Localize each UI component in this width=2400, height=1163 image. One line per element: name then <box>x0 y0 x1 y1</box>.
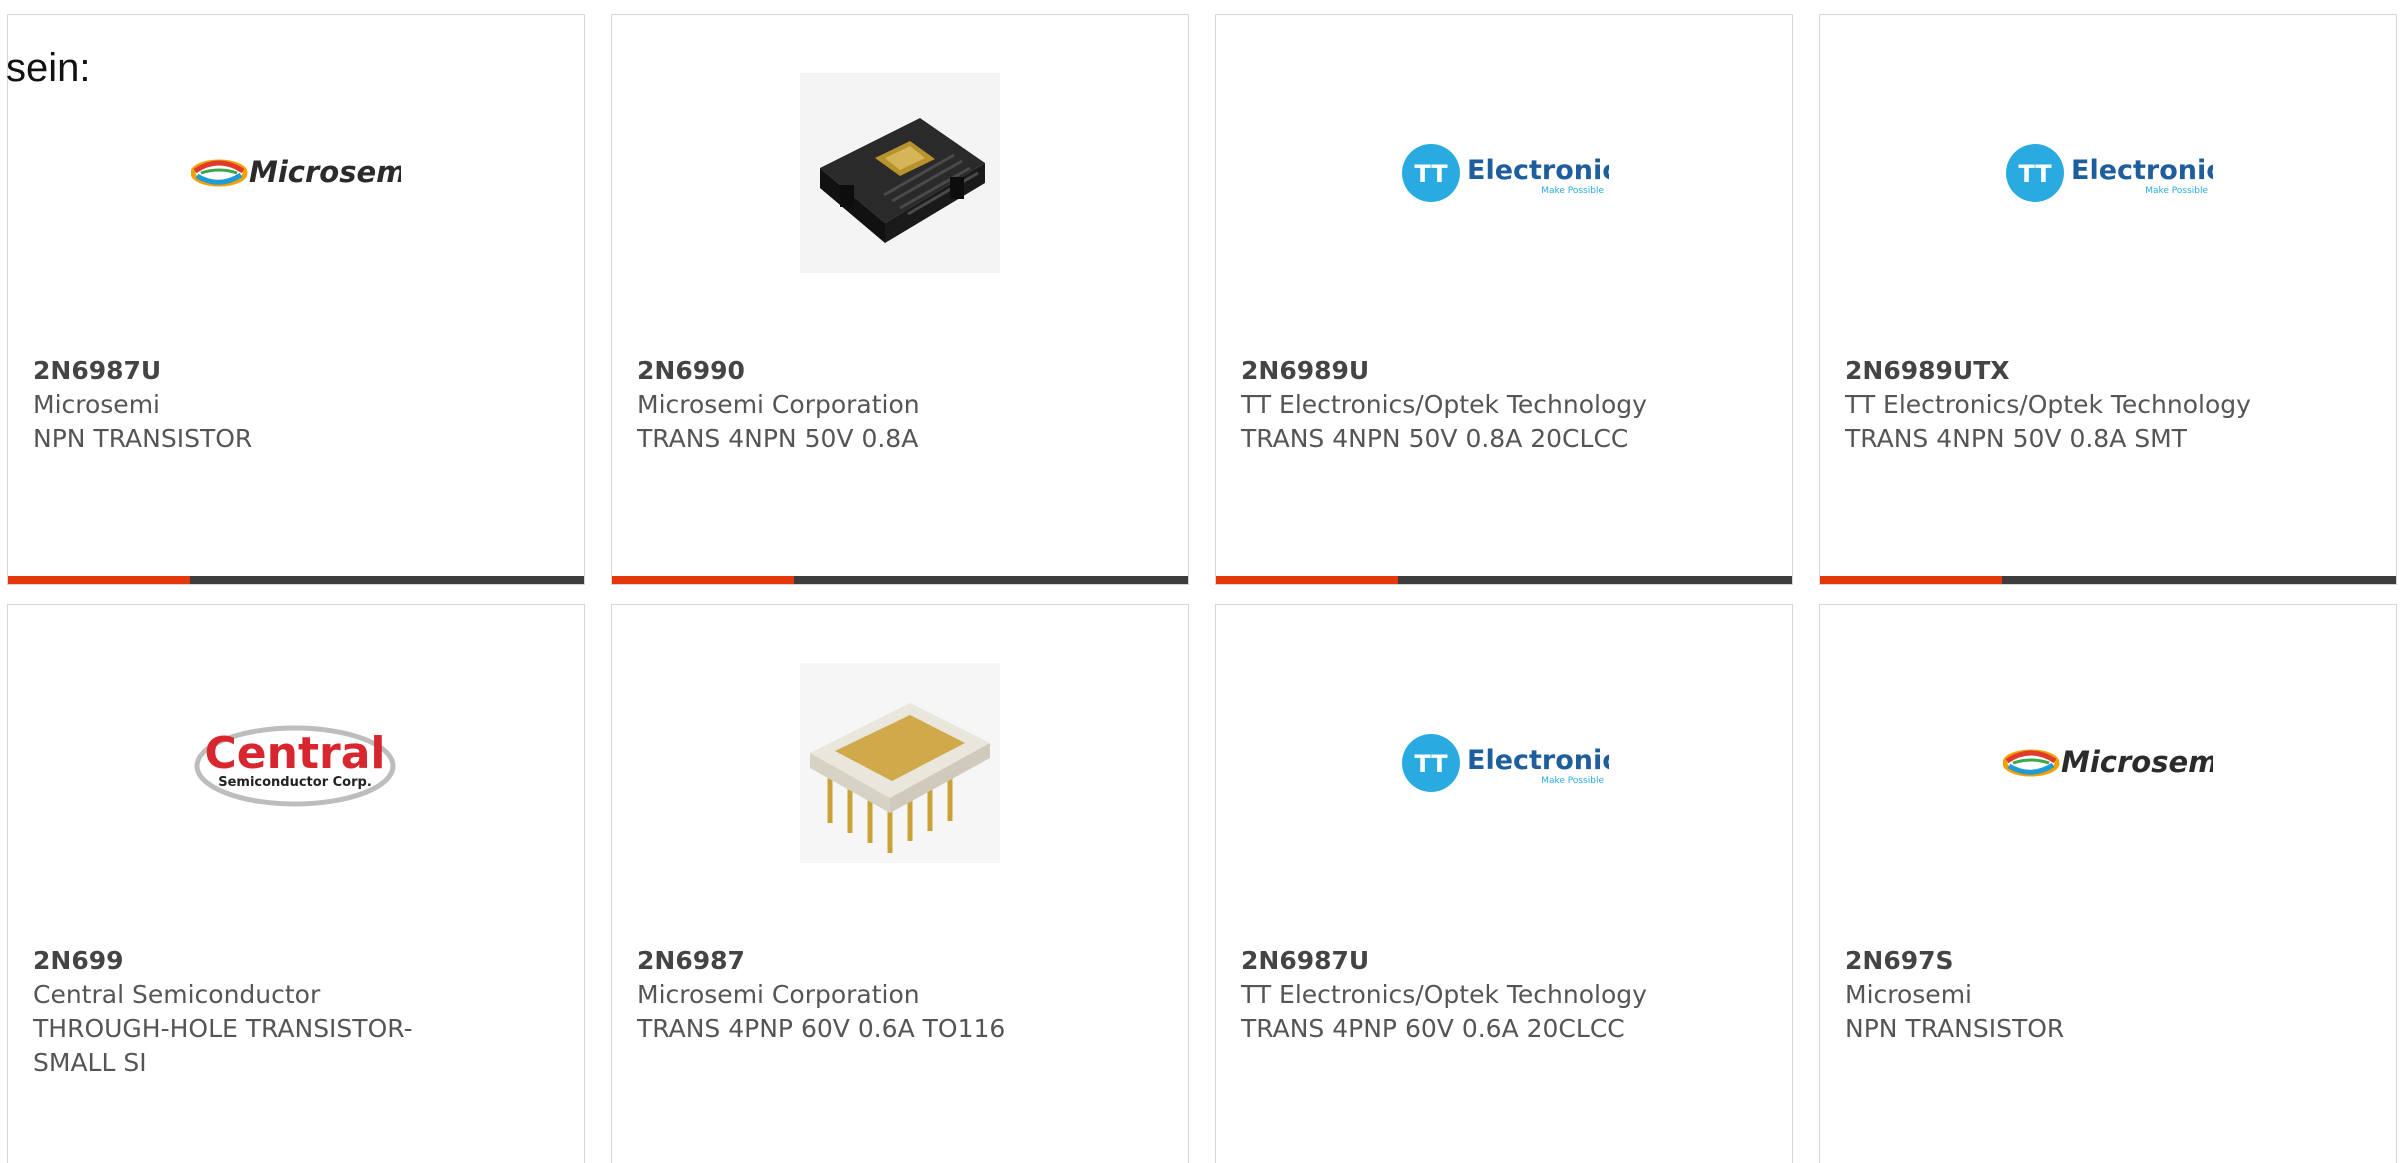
svg-text:Microsemi: Microsemi <box>2061 745 2213 779</box>
part-number[interactable]: 2N6990 <box>637 354 1163 388</box>
part-number[interactable]: 2N6989UTX <box>1845 354 2371 388</box>
card-progress-bar <box>8 576 584 584</box>
svg-text:Central: Central <box>205 728 386 779</box>
product-info: 2N6987 Microsemi Corporation TRANS 4PNP … <box>637 944 1163 1046</box>
svg-text:Electronics: Electronics <box>2071 155 2213 186</box>
product-card[interactable]: Microsemi 2N6987U Microsemi NPN TRANSIST… <box>7 14 585 585</box>
microsemi-logo: Microsemi <box>1820 663 2396 863</box>
tt-electronics-logo: TT Electronics Make Possible <box>1820 73 2396 273</box>
description: TRANS 4PNP 60V 0.6A 20CLCC <box>1241 1014 1625 1043</box>
svg-text:Electronics: Electronics <box>1467 745 1609 776</box>
product-info: 2N6990 Microsemi Corporation TRANS 4NPN … <box>637 354 1163 456</box>
svg-text:TT: TT <box>1414 160 1448 188</box>
manufacturer: Microsemi Corporation <box>637 980 920 1009</box>
manufacturer: TT Electronics/Optek Technology <box>1241 980 1647 1009</box>
description: TRANS 4NPN 50V 0.8A SMT <box>1845 424 2187 453</box>
product-card[interactable]: Central Semiconductor Corp. 2N699 Centra… <box>7 604 585 1163</box>
chip-image <box>612 663 1188 863</box>
svg-text:Make Possible: Make Possible <box>2145 186 2208 196</box>
manufacturer: Microsemi <box>33 390 160 419</box>
product-card[interactable]: TT Electronics Make Possible 2N6989UTX T… <box>1819 14 2397 585</box>
product-info: 2N6989UTX TT Electronics/Optek Technolog… <box>1845 354 2371 456</box>
product-info: 2N6989U TT Electronics/Optek Technology … <box>1241 354 1767 456</box>
page: Microsemi 2N6987U Microsemi NPN TRANSIST… <box>0 0 2400 1163</box>
description: NPN TRANSISTOR <box>33 424 253 453</box>
part-number[interactable]: 2N699 <box>33 944 559 978</box>
manufacturer: Microsemi <box>1845 980 1972 1009</box>
microsemi-logo: Microsemi <box>8 73 584 273</box>
manufacturer: Microsemi Corporation <box>637 390 920 419</box>
card-progress-accent <box>1216 576 1398 584</box>
description: TRANS 4NPN 50V 0.8A <box>637 424 919 453</box>
card-progress-bar <box>1216 576 1792 584</box>
part-number[interactable]: 2N6987 <box>637 944 1163 978</box>
part-number[interactable]: 2N6989U <box>1241 354 1767 388</box>
product-card[interactable]: 2N6990 Microsemi Corporation TRANS 4NPN … <box>611 14 1189 585</box>
product-info: 2N6987U Microsemi NPN TRANSISTOR <box>33 354 559 456</box>
svg-text:Make Possible: Make Possible <box>1541 186 1604 196</box>
card-progress-bar <box>612 576 1188 584</box>
manufacturer: TT Electronics/Optek Technology <box>1241 390 1647 419</box>
svg-text:TT: TT <box>2018 160 2052 188</box>
product-grid: Microsemi 2N6987U Microsemi NPN TRANSIST… <box>7 14 2397 1163</box>
description: TRANS 4NPN 50V 0.8A 20CLCC <box>1241 424 1629 453</box>
description: NPN TRANSISTOR <box>1845 1014 2065 1043</box>
svg-text:Microsemi: Microsemi <box>249 155 401 189</box>
card-progress-accent <box>1820 576 2002 584</box>
card-progress-bar <box>1820 576 2396 584</box>
card-progress-accent <box>612 576 794 584</box>
product-card[interactable]: TT Electronics Make Possible 2N6989U TT … <box>1215 14 1793 585</box>
tt-electronics-logo: TT Electronics Make Possible <box>1216 73 1792 273</box>
chip-image <box>612 73 1188 273</box>
part-number[interactable]: 2N697S <box>1845 944 2371 978</box>
product-card[interactable]: Microsemi 2N697S Microsemi NPN TRANSISTO… <box>1819 604 2397 1163</box>
manufacturer: TT Electronics/Optek Technology <box>1845 390 2251 419</box>
svg-text:Make Possible: Make Possible <box>1541 776 1604 786</box>
product-info: 2N6987U TT Electronics/Optek Technology … <box>1241 944 1767 1046</box>
product-card[interactable]: 2N6987 Microsemi Corporation TRANS 4PNP … <box>611 604 1189 1163</box>
part-number[interactable]: 2N6987U <box>33 354 559 388</box>
svg-text:Semiconductor Corp.: Semiconductor Corp. <box>218 775 372 790</box>
tt-electronics-logo: TT Electronics Make Possible <box>1216 663 1792 863</box>
product-info: 2N699 Central Semiconductor THROUGH-HOLE… <box>33 944 559 1080</box>
product-info: 2N697S Microsemi NPN TRANSISTOR <box>1845 944 2371 1046</box>
manufacturer: Central Semiconductor <box>33 980 321 1009</box>
central-semiconductor-logo: Central Semiconductor Corp. <box>8 663 584 863</box>
description: THROUGH-HOLE TRANSISTOR- SMALL SI <box>33 1014 413 1077</box>
svg-text:Electronics: Electronics <box>1467 155 1609 186</box>
svg-text:TT: TT <box>1414 750 1448 778</box>
product-card[interactable]: TT Electronics Make Possible 2N6987U TT … <box>1215 604 1793 1163</box>
description: TRANS 4PNP 60V 0.6A TO116 <box>637 1014 1006 1043</box>
card-progress-accent <box>8 576 190 584</box>
part-number[interactable]: 2N6987U <box>1241 944 1767 978</box>
intro-text: sein: <box>6 46 91 90</box>
